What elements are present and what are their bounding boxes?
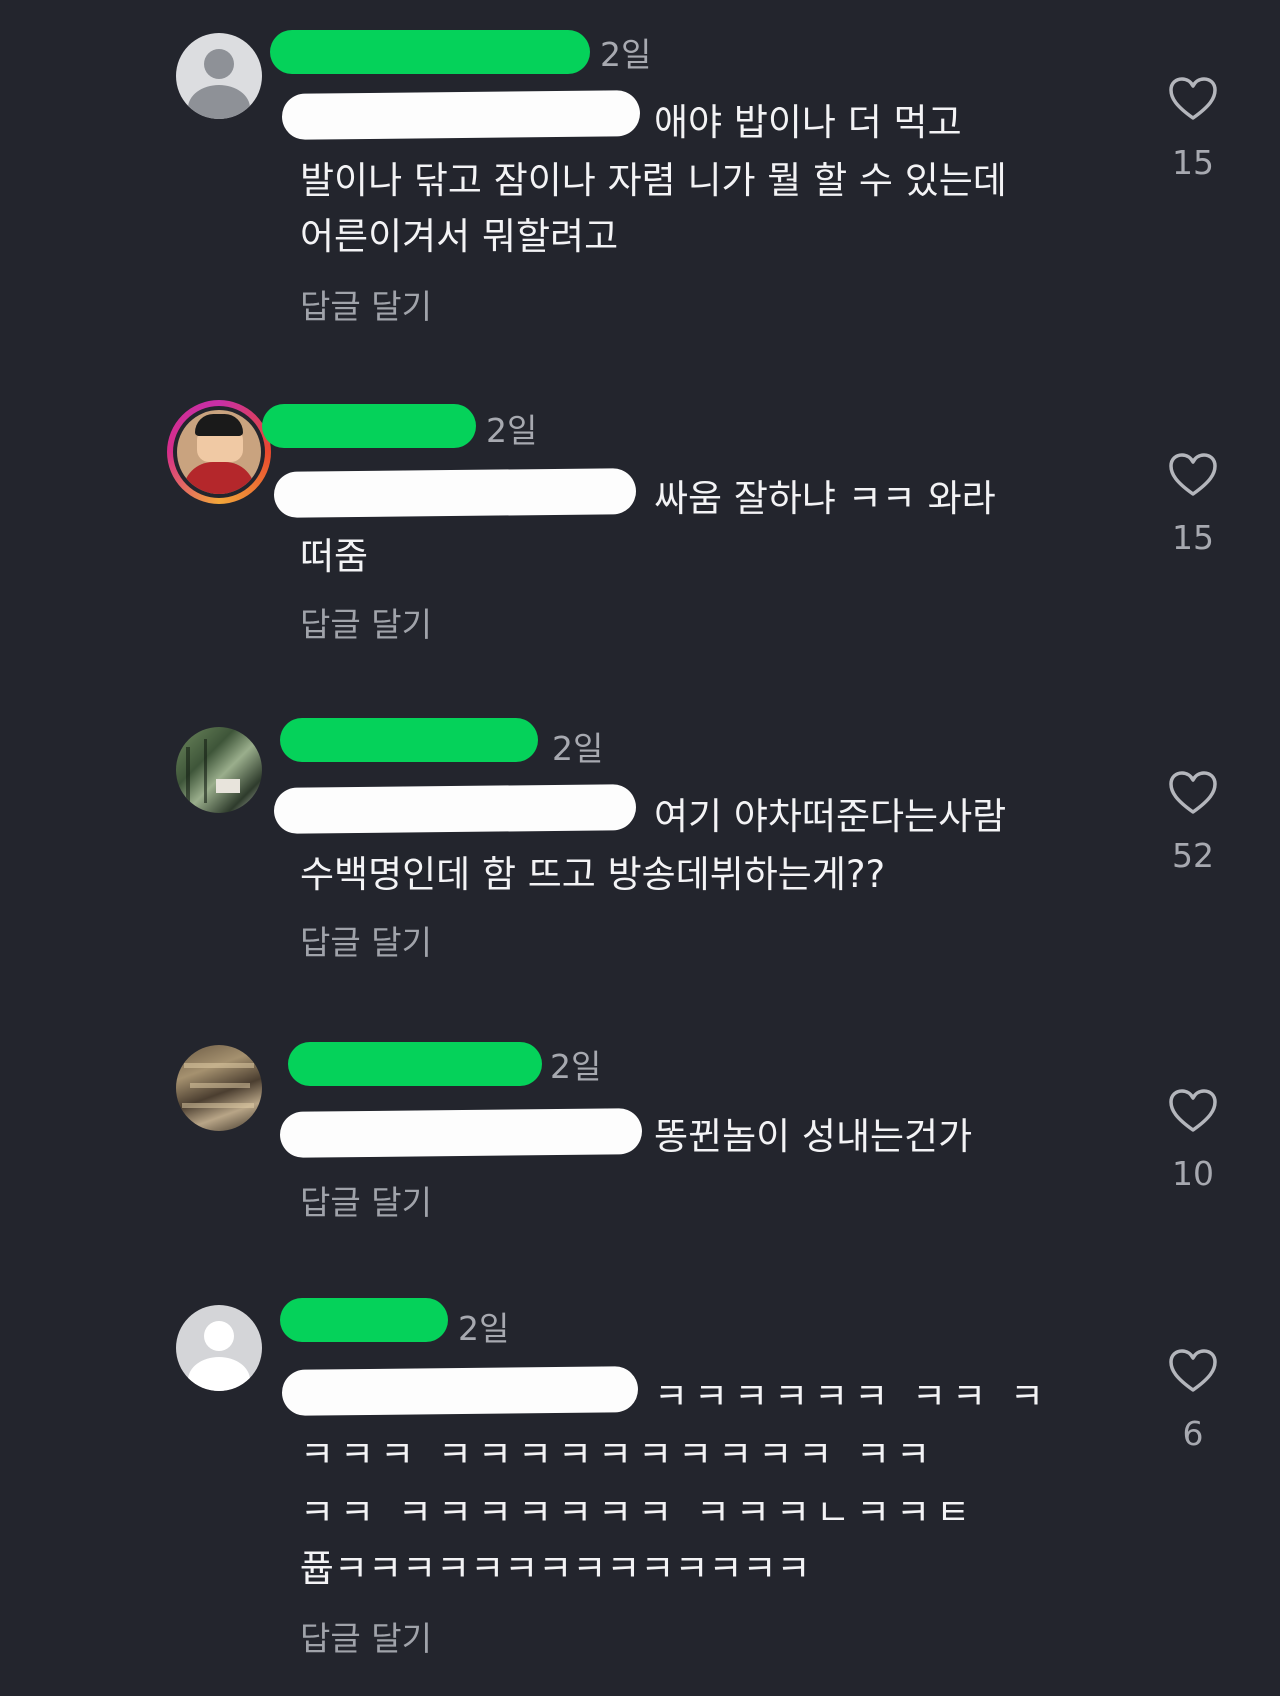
like-count: 6 [1182, 1414, 1204, 1453]
username-redaction[interactable] [262, 404, 476, 448]
like-count: 15 [1172, 518, 1214, 557]
mention-redaction[interactable] [281, 90, 641, 140]
comment-text-line: 싸움 잘하냐 ㅋㅋ 와라 [654, 477, 996, 520]
heart-outline-icon[interactable] [1168, 1348, 1218, 1394]
like-count: 15 [1172, 143, 1214, 182]
default-avatar-icon[interactable] [176, 33, 262, 119]
heart-outline-icon[interactable] [1168, 1088, 1218, 1134]
story-avatar[interactable] [167, 400, 271, 504]
reply-button[interactable]: 답글 달기 [300, 598, 432, 646]
comment-text-line: 발이나 닦고 잠이나 자렴 니가 뭘 할 수 있는데 [300, 159, 1007, 202]
heart-outline-icon[interactable] [1168, 76, 1218, 122]
reply-button[interactable]: 답글 달기 [300, 916, 432, 964]
comment-time: 2일 [600, 35, 652, 74]
mention-redaction[interactable] [273, 784, 637, 834]
comment-text-line: 여기 야차떠준다는사람 [654, 795, 1007, 838]
comment-text-line: 떠줌 [300, 535, 369, 578]
comment-time: 2일 [486, 411, 538, 450]
comment-text-line: ㅋㅋ ㅋㅋㅋㅋㅋㅋㅋ ㅋㅋㅋㄴㅋㅋㅌ [300, 1491, 977, 1534]
reply-button[interactable]: 답글 달기 [300, 280, 432, 328]
like-count: 10 [1172, 1154, 1214, 1193]
reply-button[interactable]: 답글 달기 [300, 1176, 432, 1224]
comment-time: 2일 [458, 1309, 510, 1348]
default-avatar-icon[interactable] [176, 1305, 262, 1391]
mention-redaction[interactable] [281, 1366, 639, 1416]
mention-redaction[interactable] [273, 468, 637, 518]
comment-text-line: ㅋㅋㅋ ㅋㅋㅋㅋㅋㅋㅋㅋㅋㅋ ㅋㅋ [300, 1433, 937, 1476]
comment-text-line: ㅋㅋㅋㅋㅋㅋ ㅋㅋ ㅋ [654, 1375, 1050, 1418]
comment-text-line: 애야 밥이나 더 먹고 [654, 101, 962, 144]
comment-time: 2일 [552, 729, 604, 768]
comment-text-line: 퓹ㅋㅋㅋㅋㅋㅋㅋㅋㅋㅋㅋㅋㅋㅋ [300, 1547, 811, 1590]
user-avatar[interactable] [176, 1045, 262, 1131]
comment-time: 2일 [550, 1047, 602, 1086]
heart-outline-icon[interactable] [1168, 770, 1218, 816]
heart-outline-icon[interactable] [1168, 452, 1218, 498]
comment-text-line: 똥뀐놈이 성내는건가 [654, 1115, 973, 1158]
reply-button[interactable]: 답글 달기 [300, 1612, 432, 1660]
username-redaction[interactable] [270, 30, 590, 74]
like-count: 52 [1172, 836, 1214, 875]
user-avatar[interactable] [176, 727, 262, 813]
mention-redaction[interactable] [279, 1108, 643, 1158]
username-redaction[interactable] [280, 718, 538, 762]
comment-text-line: 어른이겨서 뭐할려고 [300, 215, 619, 258]
username-redaction[interactable] [280, 1298, 448, 1342]
username-redaction[interactable] [288, 1042, 542, 1086]
comment-text-line: 수백명인데 함 뜨고 방송데뷔하는게?? [300, 853, 886, 896]
